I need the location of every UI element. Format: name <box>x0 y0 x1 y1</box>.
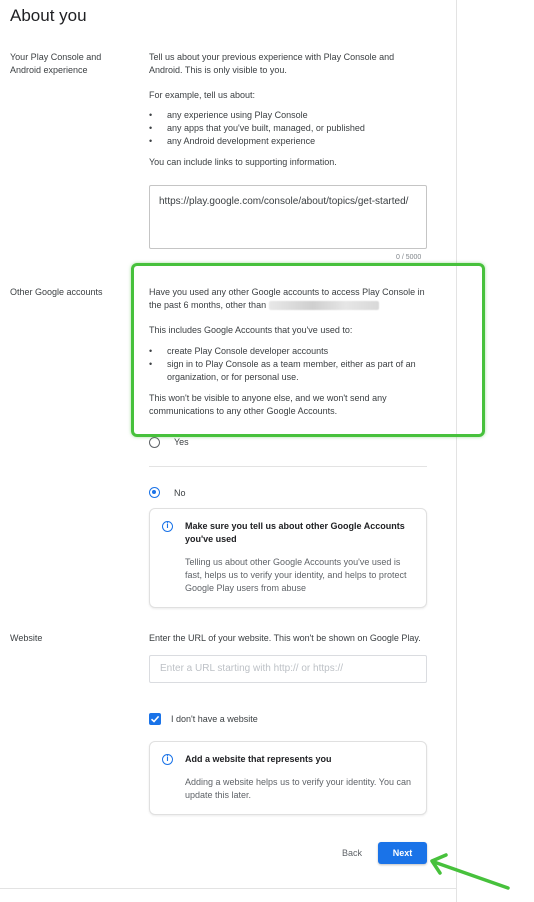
divider <box>149 466 427 467</box>
list-item: any experience using Play Console <box>149 109 429 122</box>
info-icon: i <box>162 754 173 765</box>
arrow-annotation-icon <box>430 853 510 890</box>
no-website-label[interactable]: I don't have a website <box>171 713 258 726</box>
links-note: You can include links to supporting info… <box>149 157 337 167</box>
bottom-divider <box>0 888 456 889</box>
list-item: any apps that you've built, managed, or … <box>149 122 429 135</box>
form-page: About you Your Play Console and Android … <box>0 0 456 902</box>
experience-bullets: any experience using Play Console any ap… <box>149 109 429 148</box>
experience-intro: Tell us about your previous experience w… <box>149 52 395 75</box>
list-item: any Android development experience <box>149 135 429 148</box>
back-button[interactable]: Back <box>334 843 370 863</box>
accounts-info-card: i Make sure you tell us about other Goog… <box>149 508 427 608</box>
card-text: Adding a website helps us to verify your… <box>185 777 411 800</box>
right-margin <box>457 0 534 902</box>
website-description: Enter the URL of your website. This won'… <box>149 633 421 643</box>
website-info-card: i Add a website that represents you Addi… <box>149 741 427 815</box>
no-website-checkbox[interactable] <box>149 713 161 725</box>
radio-no-label[interactable]: No <box>174 487 186 500</box>
highlight-box-annotation <box>131 263 485 437</box>
example-heading: For example, tell us about: <box>149 90 256 100</box>
experience-label: Your Play Console and Android experience <box>10 52 102 75</box>
website-input[interactable]: Enter a URL starting with http:// or htt… <box>149 655 427 683</box>
card-text: Telling us about other Google Accounts y… <box>185 557 407 593</box>
char-counter: 0 / 5000 <box>396 254 422 261</box>
radio-yes-label[interactable]: Yes <box>174 436 189 449</box>
website-label: Website <box>10 633 43 643</box>
radio-no[interactable] <box>149 487 160 498</box>
radio-yes[interactable] <box>149 437 160 448</box>
other-accounts-label: Other Google accounts <box>10 287 103 297</box>
card-title: Add a website that represents you <box>185 754 332 764</box>
card-title: Make sure you tell us about other Google… <box>185 521 405 544</box>
checkmark-icon <box>150 715 160 723</box>
experience-textarea[interactable]: https://play.google.com/console/about/to… <box>149 185 427 249</box>
page-title: About you <box>10 6 87 25</box>
info-icon: i <box>162 521 173 532</box>
